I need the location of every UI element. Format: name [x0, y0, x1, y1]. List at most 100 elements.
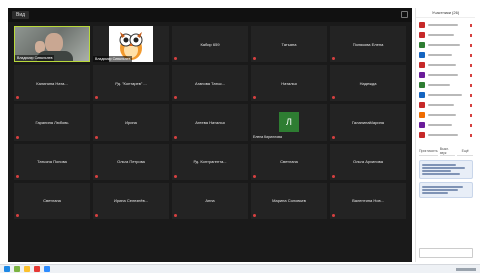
top-bar: Вид [8, 8, 412, 22]
participant-tile[interactable]: Светлана [251, 143, 327, 180]
participant-tile[interactable]: ГаланинаМарина [330, 104, 406, 141]
muted-mic-icon [253, 57, 256, 61]
muted-mic-icon [174, 213, 177, 217]
participant-name: Владимир Сивальнев [15, 55, 55, 62]
participant-name [428, 104, 454, 106]
participant-tile[interactable]: Рд. "Контарев" ... [93, 65, 169, 102]
participants-panel: Участники (26) Пригласить Выкл. звук Ещё [415, 8, 475, 262]
participant-tile[interactable]: Гаранина Любовь [14, 104, 90, 141]
video-tile[interactable]: Владимир Сивальнев [93, 26, 169, 63]
muted-mic-icon [470, 83, 472, 87]
participant-row[interactable] [419, 80, 472, 90]
more-button[interactable]: Ещё [457, 146, 473, 156]
participant-avatar [419, 62, 425, 68]
view-button[interactable]: Вид [12, 11, 30, 19]
start-icon[interactable] [4, 266, 10, 272]
participant-tile[interactable]: Рд. Контрагента... [172, 143, 248, 180]
muted-mic-icon [253, 213, 256, 217]
participant-name [428, 64, 456, 66]
panel-title: Участники (26) [416, 8, 475, 18]
participant-row[interactable] [419, 110, 472, 120]
participant-row[interactable] [419, 90, 472, 100]
participant-tile[interactable]: Марина Соловьев [251, 182, 327, 219]
muted-mic-icon [253, 174, 256, 178]
participant-name: Наталья [281, 80, 297, 86]
chat-input[interactable] [419, 248, 473, 258]
participant-name: Татьяна Попова [37, 159, 67, 165]
folder-icon[interactable] [24, 266, 30, 272]
participant-tile[interactable]: Светлана [14, 182, 90, 219]
muted-mic-icon [470, 103, 472, 107]
participant-tile[interactable]: Наталья [251, 65, 327, 102]
muted-mic-icon [332, 57, 335, 61]
participant-tile[interactable]: Татьяна [251, 26, 327, 63]
participant-name [428, 114, 456, 116]
zoom-icon[interactable] [44, 266, 50, 272]
participant-tile[interactable]: Надежда [330, 65, 406, 102]
participant-tile[interactable]: Валентина Нов... [330, 182, 406, 219]
app-icon[interactable] [14, 266, 20, 272]
video-tile[interactable]: Владимир Сивальнев [14, 26, 90, 63]
muted-mic-icon [253, 96, 256, 100]
participant-tile[interactable]: Ирина [93, 104, 169, 141]
system-clock [456, 267, 476, 271]
participant-row[interactable] [419, 30, 472, 40]
participant-tile[interactable]: Ольга Архипова [330, 143, 406, 180]
video-grid: Владимир Сивальнев Владимир Сивальнев Ка… [14, 26, 406, 258]
participant-row[interactable] [419, 20, 472, 30]
panel-actions: Пригласить Выкл. звук Ещё [416, 146, 476, 156]
person-head [45, 33, 63, 53]
participant-tile[interactable]: Калинина Ната... [14, 65, 90, 102]
participant-list [416, 18, 475, 142]
participant-avatar [419, 32, 425, 38]
participant-name [428, 24, 458, 26]
muted-mic-icon [332, 96, 335, 100]
participant-name [428, 134, 458, 136]
participant-tile[interactable]: Л Елена Кириллова [251, 104, 327, 141]
participant-tile[interactable]: Татьяна Попова [14, 143, 90, 180]
participant-row[interactable] [419, 120, 472, 130]
participant-name: Рд. "Контарев" ... [115, 80, 147, 86]
participant-name: Ольга Петрова [117, 159, 145, 165]
participant-tile[interactable]: Ольга Петрова [93, 143, 169, 180]
browser-icon[interactable] [34, 266, 40, 272]
participant-row[interactable] [419, 50, 472, 60]
fullscreen-icon[interactable] [401, 11, 408, 18]
participant-name: Калинина Ната... [36, 80, 68, 86]
muted-mic-icon [16, 135, 19, 139]
participant-tile[interactable]: Полякова Елена [330, 26, 406, 63]
participant-tile[interactable]: Агеева Наталья [172, 104, 248, 141]
participant-avatar [419, 132, 425, 138]
participant-name: Кабир 659 [200, 41, 220, 47]
muted-mic-icon [470, 43, 472, 47]
participant-tile[interactable]: Ирина Селезнёв... [93, 182, 169, 219]
participant-tile[interactable]: Агапова Татья... [172, 65, 248, 102]
participant-name [428, 54, 452, 56]
participant-name: Анна [205, 198, 215, 204]
participant-name [428, 44, 460, 46]
participant-row[interactable] [419, 40, 472, 50]
participant-name [428, 34, 454, 36]
participant-name: Агапова Татья... [195, 80, 225, 86]
chat-area [419, 160, 473, 201]
participant-row[interactable] [419, 100, 472, 110]
invite-button[interactable]: Пригласить [419, 146, 438, 156]
participant-row[interactable] [419, 60, 472, 70]
mute-all-button[interactable]: Выкл. звук [439, 146, 456, 156]
participant-name: Агеева Наталья [195, 119, 225, 125]
participant-name [428, 74, 458, 76]
participant-tile[interactable]: Кабир 659 [172, 26, 248, 63]
participant-name: Ирина [125, 119, 137, 125]
participant-row[interactable] [419, 130, 472, 140]
participant-name: Ирина Селезнёв... [113, 198, 149, 204]
initial-avatar: Л [279, 112, 299, 133]
muted-mic-icon [332, 213, 335, 217]
participant-name: Марина Соловьев [272, 198, 306, 204]
participant-tile[interactable]: Анна [172, 182, 248, 219]
muted-mic-icon [95, 96, 98, 100]
participant-row[interactable] [419, 70, 472, 80]
muted-mic-icon [95, 213, 98, 217]
participant-avatar [419, 122, 425, 128]
participant-name: ГаланинаМарина [351, 119, 385, 125]
participant-name [428, 124, 452, 126]
